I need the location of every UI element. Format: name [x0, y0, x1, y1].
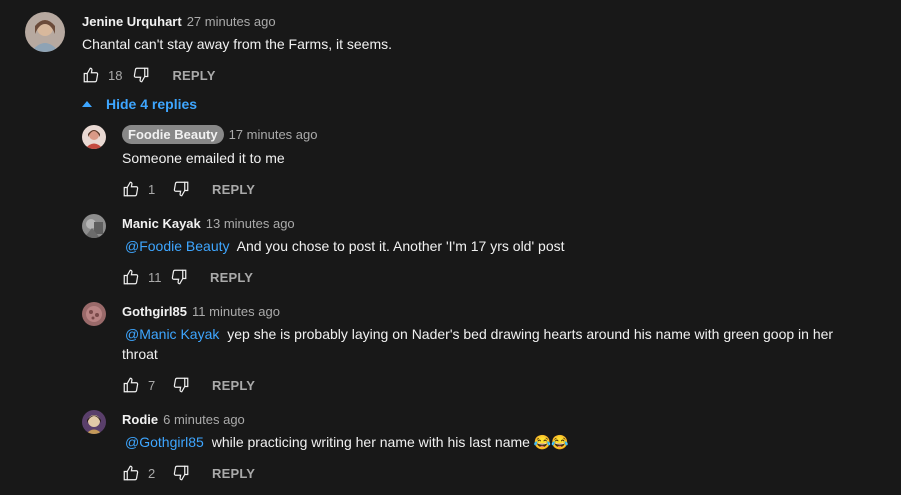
mention-link[interactable]: @Foodie Beauty: [125, 238, 230, 254]
comment-thread: Jenine Urquhart 27 minutes ago Chantal c…: [0, 0, 901, 495]
thumbs-up-icon[interactable]: [82, 66, 100, 84]
thumbs-down-icon[interactable]: [172, 180, 190, 198]
reply-text: @Gothgirl85 while practicing writing her…: [122, 432, 569, 452]
comment-header: Jenine Urquhart 27 minutes ago: [82, 14, 276, 29]
reply-button[interactable]: REPLY: [172, 68, 215, 83]
reply-author[interactable]: Rodie: [122, 412, 158, 427]
comment-author[interactable]: Jenine Urquhart: [82, 14, 182, 29]
thumbs-down-icon[interactable]: [172, 376, 190, 394]
mention-link[interactable]: @Manic Kayak: [125, 326, 219, 342]
like-count: 1: [148, 181, 156, 197]
reply-time[interactable]: 11 minutes ago: [192, 304, 280, 319]
reply-author[interactable]: Gothgirl85: [122, 304, 187, 319]
reply-body: And you chose to post it. Another 'I'm 1…: [236, 238, 565, 254]
reply-actions: 7 REPLY: [122, 375, 255, 395]
reply-actions: 1 REPLY: [122, 179, 255, 199]
mention-link[interactable]: @Gothgirl85: [125, 434, 204, 450]
reply-header: Foodie Beauty 17 minutes ago: [122, 125, 317, 144]
avatar[interactable]: [25, 12, 65, 52]
comment-text: Chantal can't stay away from the Farms, …: [82, 36, 393, 52]
reply-time[interactable]: 6 minutes ago: [163, 412, 245, 427]
thumbs-down-icon[interactable]: [172, 464, 190, 482]
reply-body: yep she is probably laying on Nader's be…: [122, 326, 834, 362]
thumbs-up-icon[interactable]: [122, 376, 140, 394]
reply-button[interactable]: REPLY: [210, 270, 253, 285]
thumbs-up-icon[interactable]: [122, 180, 140, 198]
reply-button[interactable]: REPLY: [212, 182, 255, 197]
avatar[interactable]: [82, 125, 106, 149]
caret-up-icon: [82, 101, 92, 107]
reply-text: @Foodie Beauty And you chose to post it.…: [122, 236, 565, 256]
reply-button[interactable]: REPLY: [212, 466, 255, 481]
reply-text: Someone emailed it to me: [122, 148, 285, 168]
avatar[interactable]: [82, 214, 106, 238]
reply-header: Manic Kayak 13 minutes ago: [122, 216, 295, 231]
comment-actions: 18 REPLY: [82, 65, 216, 85]
avatar[interactable]: [82, 302, 106, 326]
avatar[interactable]: [82, 410, 106, 434]
reply-author-badge[interactable]: Foodie Beauty: [122, 125, 224, 144]
hide-replies-label: Hide 4 replies: [106, 96, 198, 112]
hide-replies-button[interactable]: Hide 4 replies: [82, 96, 197, 112]
reply-time[interactable]: 13 minutes ago: [206, 216, 295, 231]
reply-header: Rodie 6 minutes ago: [122, 412, 245, 427]
reply-body: while practicing writing her name with h…: [211, 434, 569, 450]
reply-text: @Manic Kayak yep she is probably laying …: [122, 324, 842, 364]
thumbs-down-icon[interactable]: [170, 268, 188, 286]
comment-time[interactable]: 27 minutes ago: [187, 14, 276, 29]
reply-button[interactable]: REPLY: [212, 378, 255, 393]
reply-actions: 11 REPLY: [122, 267, 253, 287]
reply-header: Gothgirl85 11 minutes ago: [122, 304, 280, 319]
thumbs-down-icon[interactable]: [132, 66, 150, 84]
reply-body: Someone emailed it to me: [122, 150, 285, 166]
thumbs-up-icon[interactable]: [122, 464, 140, 482]
like-count: 11: [148, 269, 162, 285]
like-count: 2: [148, 465, 156, 481]
thumbs-up-icon[interactable]: [122, 268, 140, 286]
reply-author[interactable]: Manic Kayak: [122, 216, 201, 231]
reply-time[interactable]: 17 minutes ago: [229, 127, 318, 142]
like-count: 7: [148, 377, 156, 393]
reply-actions: 2 REPLY: [122, 463, 255, 483]
like-count: 18: [108, 67, 123, 83]
